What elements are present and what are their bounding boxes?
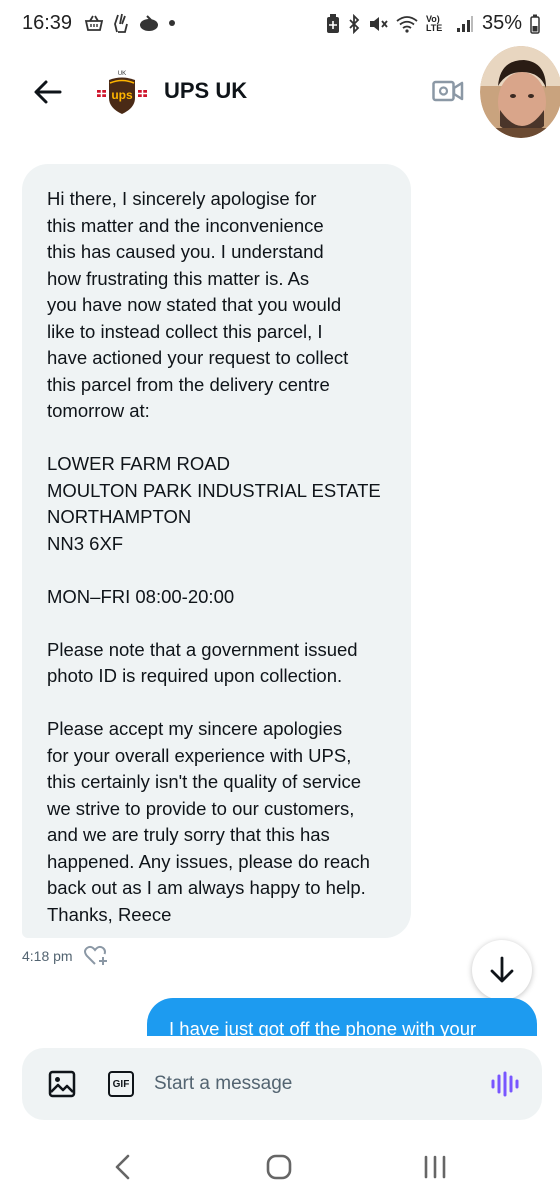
arrow-down-icon [490, 956, 514, 983]
user-avatar[interactable] [480, 46, 560, 138]
add-gif-button[interactable]: GIF [108, 1071, 134, 1097]
status-bar: 16:39 Vo) LTE 35% [0, 0, 560, 48]
basket-icon [84, 15, 104, 31]
signal-strength-icon [456, 15, 473, 32]
cooking-pot-icon [140, 15, 158, 31]
battery-icon [530, 14, 540, 34]
wifi-icon [396, 15, 418, 33]
nav-home-icon[interactable] [266, 1154, 292, 1180]
status-system-icons: Vo) LTE 35% [326, 12, 540, 35]
conversation-title[interactable]: UPS UK [164, 78, 247, 104]
logo-text: ups [111, 88, 133, 102]
add-image-icon[interactable] [48, 1070, 76, 1098]
nav-recents-icon[interactable] [422, 1155, 448, 1179]
back-arrow-icon[interactable] [30, 74, 66, 110]
scroll-to-bottom-button[interactable] [472, 940, 532, 1000]
system-navigation-bar [0, 1134, 560, 1200]
received-message-bubble[interactable]: Hi there, I sincerely apologise for this… [22, 164, 411, 938]
voice-message-icon[interactable] [490, 1070, 520, 1098]
video-call-icon[interactable] [432, 78, 464, 104]
sent-message-text: I have just got off the phone with your [169, 1018, 477, 1036]
ups-logo: UK ups [97, 71, 147, 114]
received-message-text: Hi there, I sincerely apologise for this… [47, 188, 381, 925]
sent-message-viewport: I have just got off the phone with your [147, 998, 537, 1036]
sent-message-bubble[interactable]: I have just got off the phone with your [147, 998, 537, 1036]
add-reaction-heart-icon[interactable] [83, 944, 109, 968]
message-composer: GIF [22, 1048, 542, 1120]
network-type-label: Vo) LTE [425, 13, 443, 33]
lottery-hand-icon [114, 13, 128, 33]
status-time: 16:39 [22, 12, 73, 34]
message-meta: 4:18 pm [22, 944, 109, 968]
more-notifications-dot-icon [169, 20, 175, 26]
conversation-header: UK ups UPS UK [0, 46, 560, 142]
battery-percentage: 35% [481, 12, 522, 34]
message-input[interactable] [154, 1066, 474, 1102]
logo-caption: UK [118, 71, 126, 77]
message-timestamp: 4:18 pm [22, 948, 73, 964]
status-notification-icons [84, 12, 176, 34]
nav-back-icon[interactable] [112, 1154, 132, 1180]
bluetooth-icon [349, 13, 360, 34]
battery-saver-icon [326, 13, 339, 33]
mute-icon [369, 16, 388, 31]
